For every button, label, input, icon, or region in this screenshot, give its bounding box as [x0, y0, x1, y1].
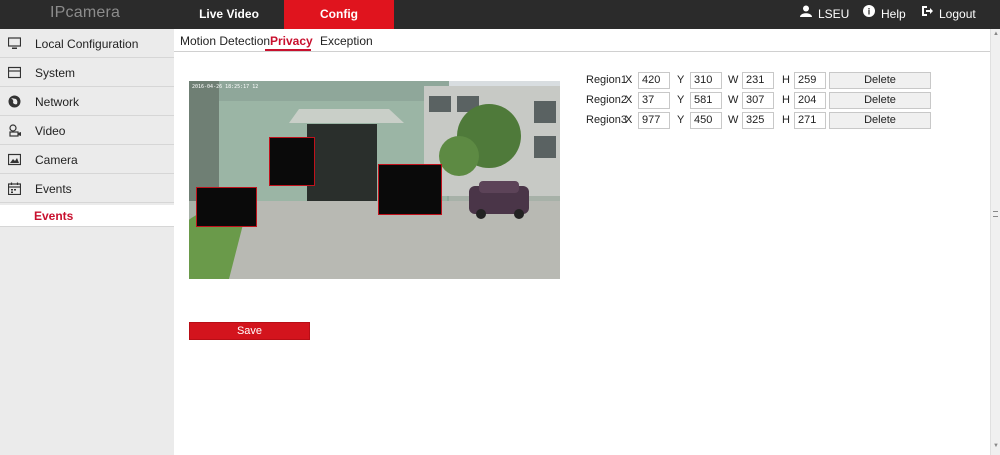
- logout-link[interactable]: Logout: [921, 0, 976, 29]
- sidebar: Local Configuration System Network Video…: [0, 29, 174, 455]
- tab-privacy[interactable]: Privacy: [270, 34, 313, 48]
- calendar-icon: [7, 182, 22, 196]
- sidebar-item-label: Local Configuration: [35, 37, 139, 51]
- region2-x-input[interactable]: 37: [638, 92, 670, 109]
- sidebar-item-events[interactable]: Events: [0, 174, 174, 203]
- region3-h-input[interactable]: 271: [794, 112, 826, 129]
- image-icon: [7, 153, 22, 166]
- region1-y-input[interactable]: 310: [690, 72, 722, 89]
- video-preview[interactable]: 2016-04-26 18:25:17 12: [189, 81, 560, 279]
- sidebar-subitem-label: Events: [34, 209, 74, 223]
- user-icon: [800, 0, 812, 28]
- sidebar-item-label: Video: [35, 124, 66, 138]
- active-tab-indicator: [265, 49, 311, 51]
- x-label: X: [625, 114, 633, 126]
- video-icon: [8, 124, 21, 137]
- help-label: Help: [881, 7, 906, 21]
- sidebar-item-label: Events: [35, 182, 72, 196]
- region3-x-input[interactable]: 977: [638, 112, 670, 129]
- tab-config[interactable]: Config: [284, 0, 394, 29]
- region-label: Region1: [586, 74, 627, 86]
- main-panel: Motion Detection Privacy Exception 2016-…: [174, 29, 990, 455]
- logout-icon: [921, 0, 933, 28]
- region1-w-input[interactable]: 231: [742, 72, 774, 89]
- subtab-bar: Motion Detection Privacy Exception: [174, 29, 990, 52]
- region1-h-input[interactable]: 259: [794, 72, 826, 89]
- help-icon: i: [863, 0, 875, 28]
- sidebar-item-label: System: [35, 66, 76, 80]
- sidebar-item-video[interactable]: Video: [0, 116, 174, 145]
- w-label: W: [728, 114, 739, 126]
- tab-live-video[interactable]: Live Video: [174, 0, 284, 29]
- tab-motion-detection[interactable]: Motion Detection: [180, 34, 270, 48]
- w-label: W: [728, 94, 739, 106]
- region-label: Region3: [586, 114, 627, 126]
- sidebar-item-label: Camera: [35, 153, 78, 167]
- region3-y-input[interactable]: 450: [690, 112, 722, 129]
- region-label: Region2: [586, 94, 627, 106]
- region2-delete-button[interactable]: Delete: [829, 92, 931, 109]
- privacy-mask-2[interactable]: [196, 187, 257, 227]
- user-menu[interactable]: LSEU: [800, 0, 849, 29]
- user-name: LSEU: [818, 7, 850, 21]
- scene-image: [189, 81, 560, 279]
- scroll-grip-icon[interactable]: [993, 211, 998, 217]
- scroll-down-icon[interactable]: ▼: [992, 443, 1000, 451]
- region1-x-input[interactable]: 420: [638, 72, 670, 89]
- h-label: H: [782, 74, 790, 86]
- sidebar-item-system[interactable]: System: [0, 58, 174, 87]
- region1-delete-button[interactable]: Delete: [829, 72, 931, 89]
- h-label: H: [782, 94, 790, 106]
- y-label: Y: [677, 114, 685, 126]
- top-bar: IPcamera Live Video Config LSEU i Help L…: [0, 0, 1000, 29]
- logout-label: Logout: [939, 7, 976, 21]
- y-label: Y: [677, 94, 685, 106]
- w-label: W: [728, 74, 739, 86]
- tab-exception[interactable]: Exception: [320, 34, 373, 48]
- h-label: H: [782, 114, 790, 126]
- help-link[interactable]: i Help: [863, 0, 906, 29]
- monitor-icon: [7, 37, 22, 50]
- region2-y-input[interactable]: 581: [690, 92, 722, 109]
- sidebar-item-camera[interactable]: Camera: [0, 145, 174, 174]
- vertical-scrollbar[interactable]: ▲ ▼: [990, 29, 1000, 455]
- sidebar-subitem-events[interactable]: Events: [0, 205, 174, 227]
- video-osd-timestamp: 2016-04-26 18:25:17 12: [192, 84, 259, 90]
- region2-h-input[interactable]: 204: [794, 92, 826, 109]
- scroll-up-icon[interactable]: ▲: [992, 31, 1000, 39]
- region3-delete-button[interactable]: Delete: [829, 112, 931, 129]
- privacy-mask-3[interactable]: [378, 164, 442, 215]
- y-label: Y: [677, 74, 685, 86]
- globe-icon: [8, 95, 21, 108]
- svg-text:i: i: [868, 7, 871, 17]
- x-label: X: [625, 94, 633, 106]
- sidebar-item-local-configuration[interactable]: Local Configuration: [0, 29, 174, 58]
- system-icon: [7, 66, 22, 79]
- region2-w-input[interactable]: 307: [742, 92, 774, 109]
- app-logo: IPcamera: [50, 4, 121, 21]
- x-label: X: [625, 74, 633, 86]
- sidebar-item-network[interactable]: Network: [0, 87, 174, 116]
- privacy-mask-1[interactable]: [269, 137, 315, 186]
- region3-w-input[interactable]: 325: [742, 112, 774, 129]
- sidebar-item-label: Network: [35, 95, 80, 109]
- save-button[interactable]: Save: [189, 322, 310, 340]
